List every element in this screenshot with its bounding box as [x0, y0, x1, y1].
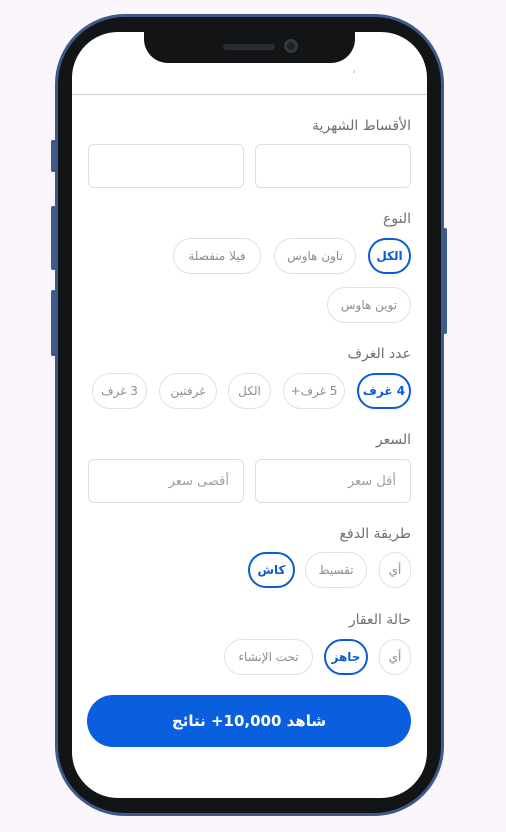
- monthly-installments-label: الأقساط الشهرية: [312, 118, 411, 134]
- header-divider: [72, 94, 427, 95]
- type-chip-twinhouse[interactable]: توين هاوس: [327, 287, 411, 323]
- payment-chip-installment[interactable]: تقسيط: [305, 552, 367, 588]
- monthly-min-input[interactable]: [255, 144, 411, 188]
- type-chip-villa[interactable]: فيلا منفصلة: [173, 238, 261, 274]
- type-chip-all[interactable]: الكل: [368, 238, 411, 274]
- price-max-input[interactable]: أقصى سعر: [88, 459, 244, 503]
- phone-notch: [144, 30, 355, 63]
- type-chip-townhouse[interactable]: تاون هاوس: [274, 238, 356, 274]
- rooms-chip-5plus[interactable]: 5 غرف+: [283, 373, 345, 409]
- camera-icon: [284, 39, 298, 53]
- show-results-button[interactable]: شاهد 10,000+ نتائج: [87, 695, 411, 747]
- monthly-max-input[interactable]: [88, 144, 244, 188]
- rooms-chip-3[interactable]: 3 غرف: [92, 373, 147, 409]
- price-label: السعر: [375, 432, 411, 448]
- rooms-chip-4[interactable]: 4 غرف: [357, 373, 411, 409]
- property-status-label: حالة العقار: [348, 612, 411, 628]
- header-fragment: ،: [352, 62, 356, 76]
- payment-method-label: طريقة الدفع: [339, 526, 411, 542]
- status-chip-any[interactable]: أي: [379, 639, 411, 675]
- speaker-grille: [223, 44, 275, 50]
- rooms-chip-2[interactable]: غرفتين: [159, 373, 217, 409]
- type-label: النوع: [383, 211, 411, 227]
- rooms-chip-all[interactable]: الكل: [228, 373, 271, 409]
- status-chip-ready[interactable]: جاهز: [324, 639, 368, 675]
- rooms-label: عدد الغرف: [347, 346, 411, 362]
- payment-chip-any[interactable]: أي: [379, 552, 411, 588]
- status-chip-under-construction[interactable]: تحت الإنشاء: [224, 639, 313, 675]
- price-min-input[interactable]: أقل سعر: [255, 459, 411, 503]
- filter-screen: ، الأقساط الشهرية النوع الكل تاون هاوس ف…: [72, 32, 427, 798]
- payment-chip-cash[interactable]: كاش: [248, 552, 295, 588]
